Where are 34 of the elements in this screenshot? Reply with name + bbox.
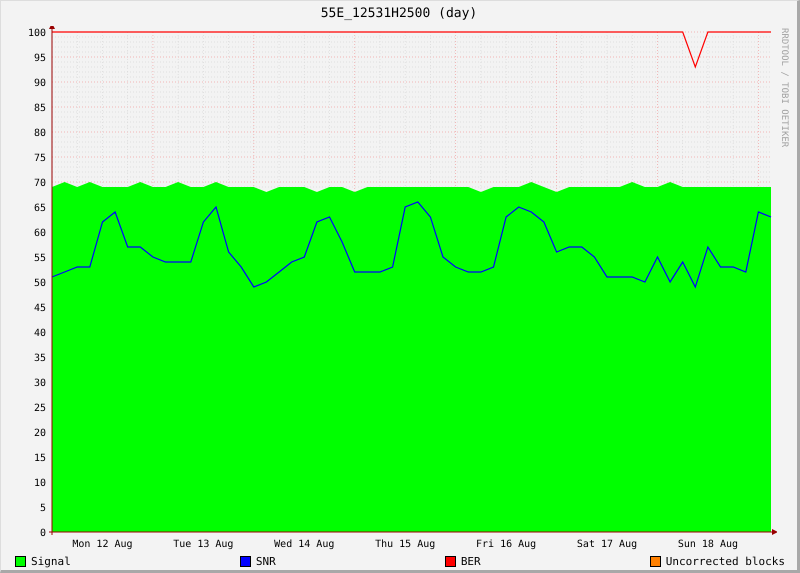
y-tick-label: 0 [40, 528, 46, 539]
x-tick-label: Fri 16 Aug [476, 539, 536, 550]
y-tick-label: 55 [34, 253, 46, 264]
chart-title: 55E_12531H2500 (day) [320, 5, 478, 23]
x-tick-label: Wed 14 Aug [274, 539, 334, 550]
x-tick-label: Sun 18 Aug [678, 539, 738, 550]
y-tick-label: 95 [34, 53, 46, 64]
x-tick-label: Tue 13 Aug [173, 539, 234, 550]
y-tick-label: 50 [34, 278, 46, 289]
y-tick-label: 80 [34, 128, 46, 139]
y-tick-label: 20 [34, 428, 46, 439]
y-tick-label: 60 [34, 228, 46, 239]
x-tick-label: Mon 12 Aug [72, 539, 133, 550]
y-tick-label: 90 [34, 78, 46, 89]
credit-text: RRDTOOL / TOBI OETIKER [779, 27, 789, 148]
legend-label: BER [460, 554, 481, 568]
y-tick-label: 10 [34, 478, 46, 489]
y-tick-label: 15 [34, 453, 46, 464]
legend-label: Uncorrected blocks [666, 554, 785, 568]
y-tick-label: 30 [34, 378, 46, 389]
y-tick-label: 5 [40, 503, 46, 514]
y-tick-label: 25 [34, 403, 46, 414]
y-tick-label: 70 [34, 178, 46, 189]
y-tick-label: 75 [34, 153, 46, 164]
x-tick-label: Thu 15 Aug [375, 539, 436, 550]
y-tick-label: 40 [34, 328, 46, 339]
y-tick-label: 45 [34, 303, 46, 314]
x-tick-label: Sat 17 Aug [576, 539, 638, 550]
legend-label: SNR [256, 554, 276, 568]
y-tick-label: 85 [34, 103, 46, 114]
y-tick-label: 35 [34, 353, 46, 364]
y-tick-label: 65 [34, 203, 46, 214]
y-tick-label: 100 [28, 28, 46, 39]
legend-label: Signal [31, 554, 71, 568]
